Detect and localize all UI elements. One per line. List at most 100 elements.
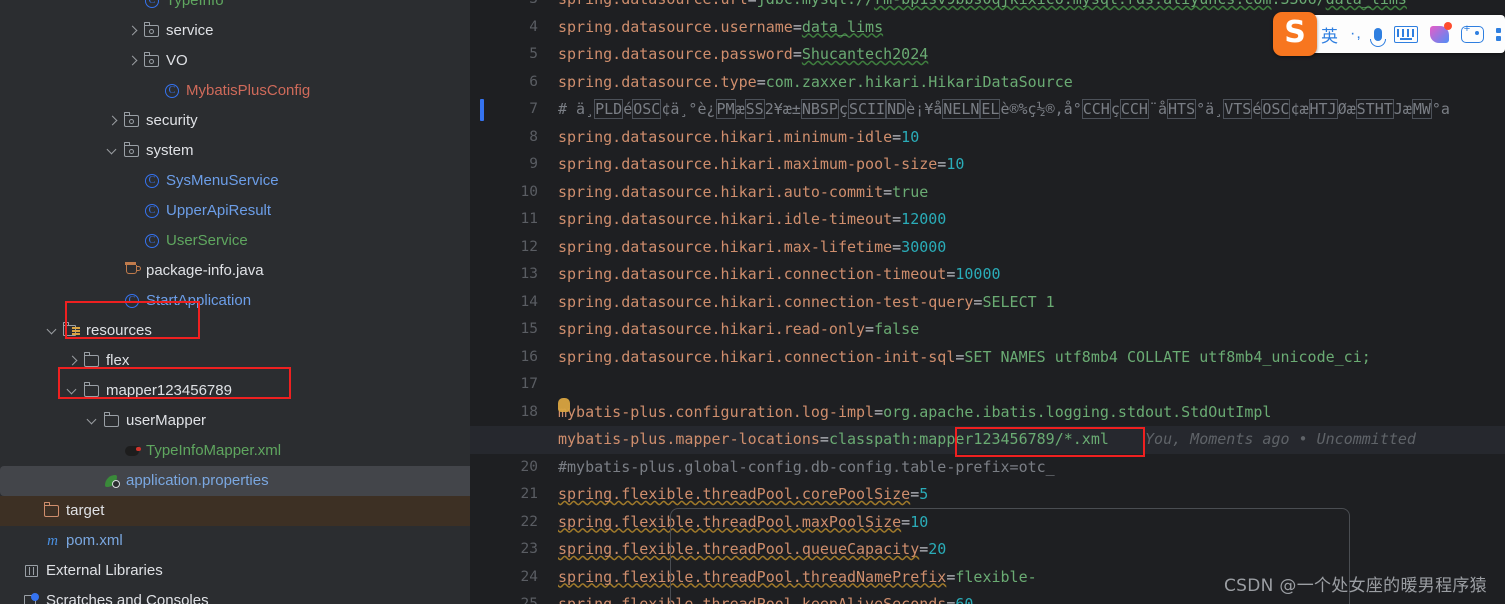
punctuation-toggle-icon[interactable]: ·, xyxy=(1350,20,1362,48)
ai-assistant-icon[interactable] xyxy=(1460,20,1484,48)
tree-item-service[interactable]: service xyxy=(0,16,470,46)
code-line[interactable]: spring.flexible.threadPool.threadNamePre… xyxy=(558,564,1037,592)
line-number[interactable]: 14 xyxy=(478,289,538,317)
chevron-down-icon[interactable] xyxy=(106,144,120,158)
code-line[interactable]: spring.datasource.hikari.connection-time… xyxy=(558,261,1001,289)
java-file-icon xyxy=(123,262,141,280)
code-line[interactable]: spring.datasource.hikari.maximum-pool-si… xyxy=(558,151,964,179)
intention-bulb-icon[interactable] xyxy=(558,398,570,412)
line-number[interactable]: 20 xyxy=(478,454,538,482)
voice-input-icon[interactable] xyxy=(1369,20,1386,48)
line-number[interactable]: 24 xyxy=(478,564,538,592)
code-line[interactable]: # ä¸PLDéOSC¢ä¸°è¿PMæSS2¥æ±NBSPçSCII NDè¡¥… xyxy=(558,96,1450,124)
code-line[interactable]: spring.datasource.hikari.connection-init… xyxy=(558,344,1371,372)
code-line[interactable]: spring.datasource.hikari.minimum-idle=10 xyxy=(558,124,919,152)
tree-item-mybatisplusconfig[interactable]: C MybatisPlusConfig xyxy=(0,76,470,106)
line-number[interactable]: 25 xyxy=(478,591,538,604)
line-number-gutter[interactable]: 345678910111213141516171819202122232425 xyxy=(470,0,548,604)
tree-item-startapplication[interactable]: C StartApplication xyxy=(0,286,470,316)
tree-item-usermapper[interactable]: userMapper xyxy=(0,406,470,436)
code-line[interactable]: spring.datasource.hikari.auto-commit=tru… xyxy=(558,179,928,207)
skin-icon[interactable] xyxy=(1429,20,1452,48)
tree-item-label: resources xyxy=(86,322,152,339)
code-line[interactable]: spring.flexible.threadPool.queueCapacity… xyxy=(558,536,946,564)
tree-item-scratches[interactable]: Scratches and Consoles xyxy=(0,586,470,604)
line-number[interactable]: 7 xyxy=(478,96,538,124)
chevron-down-icon[interactable] xyxy=(66,384,80,398)
tree-item-userservice[interactable]: C UserService xyxy=(0,226,470,256)
tree-item-mapper123456789[interactable]: mapper123456789 xyxy=(0,376,470,406)
tree-item-target[interactable]: target xyxy=(0,496,470,526)
sogou-logo-icon[interactable]: S xyxy=(1273,12,1317,56)
tree-item-pom[interactable]: m pom.xml xyxy=(0,526,470,556)
chevron-right-icon[interactable] xyxy=(66,354,80,368)
code-line[interactable]: #mybatis-plus.global-config.db-config.ta… xyxy=(558,454,1055,482)
line-number[interactable]: 12 xyxy=(478,234,538,262)
chevron-down-icon[interactable] xyxy=(46,324,60,338)
soft-keyboard-icon[interactable] xyxy=(1393,20,1418,48)
code-editor[interactable]: 345678910111213141516171819202122232425 … xyxy=(470,0,1505,604)
line-number[interactable]: 13 xyxy=(478,261,538,289)
tree-item-security[interactable]: security xyxy=(0,106,470,136)
tree-item-vo[interactable]: VO xyxy=(0,46,470,76)
code-line[interactable]: spring.datasource.password=Shucantech202… xyxy=(558,41,928,69)
more-menu-icon[interactable] xyxy=(1495,20,1501,48)
line-number[interactable]: 11 xyxy=(478,206,538,234)
tree-item-resources[interactable]: resources xyxy=(0,316,470,346)
code-line[interactable]: spring.flexible.threadPool.corePoolSize=… xyxy=(558,481,928,509)
tree-item-label: External Libraries xyxy=(46,562,163,579)
line-number[interactable]: 16 xyxy=(478,344,538,372)
code-line[interactable]: spring.datasource.hikari.read-only=false xyxy=(558,316,919,344)
tree-item-external-libraries[interactable]: External Libraries xyxy=(0,556,470,586)
code-line[interactable]: spring.datasource.type=com.zaxxer.hikari… xyxy=(558,69,1073,97)
code-line[interactable]: mybatis-plus.mapper-locations=classpath:… xyxy=(558,426,1416,454)
chevron-down-icon[interactable] xyxy=(86,414,100,428)
tree-item-typeinfo[interactable]: C TypeInfo xyxy=(0,0,470,16)
tree-item-application-properties[interactable]: application.properties xyxy=(0,466,470,496)
code-line[interactable]: mybatis-plus.configuration.log-impl=org.… xyxy=(558,399,1271,427)
tree-item-label: TypeInfoMapper.xml xyxy=(146,442,282,459)
line-number[interactable]: 10 xyxy=(478,179,538,207)
line-number[interactable]: 18 xyxy=(478,399,538,427)
line-number[interactable]: 15 xyxy=(478,316,538,344)
line-number[interactable]: 23 xyxy=(478,536,538,564)
code-line[interactable]: spring.datasource.hikari.max-lifetime=30… xyxy=(558,234,946,262)
code-line[interactable]: spring.flexible.threadPool.maxPoolSize=1… xyxy=(558,509,928,537)
code-line[interactable]: spring.flexible.threadPool.keepAliveSeco… xyxy=(558,591,973,604)
sidebar-scrollbar-track[interactable] xyxy=(458,0,468,604)
tree-item-typeinfomapper[interactable]: TypeInfoMapper.xml xyxy=(0,436,470,466)
line-number[interactable]: 5 xyxy=(478,41,538,69)
line-number[interactable]: 4 xyxy=(478,14,538,42)
tree-item-label: system xyxy=(146,142,194,159)
tree-item-label: flex xyxy=(106,352,130,369)
line-number[interactable]: 9 xyxy=(478,151,538,179)
tree-item-package-info[interactable]: package-info.java xyxy=(0,256,470,286)
line-number[interactable]: 8 xyxy=(478,124,538,152)
ime-toolbar[interactable]: S 英 ·, xyxy=(1273,12,1505,56)
tree-item-system[interactable]: system xyxy=(0,136,470,166)
tree-item-flex[interactable]: flex xyxy=(0,346,470,376)
code-line[interactable]: spring.datasource.hikari.connection-test… xyxy=(558,289,1055,317)
code-line[interactable]: spring.datasource.username=data_lims xyxy=(558,14,883,42)
tree-item-label: userMapper xyxy=(126,412,207,429)
line-number[interactable]: 17 xyxy=(478,371,538,399)
chevron-right-icon[interactable] xyxy=(126,24,140,38)
code-line[interactable]: spring.datasource.hikari.idle-timeout=12… xyxy=(558,206,946,234)
project-tree-panel[interactable]: C TypeInfo service VO C MybatisPlusConfig secu… xyxy=(0,0,470,604)
tree-item-upperapiresult[interactable]: C UpperApiResult xyxy=(0,196,470,226)
line-number[interactable]: 6 xyxy=(478,69,538,97)
spring-properties-icon xyxy=(103,472,121,490)
line-number[interactable]: 22 xyxy=(478,509,538,537)
line-number[interactable]: 21 xyxy=(478,481,538,509)
class-icon: C xyxy=(143,172,161,190)
chevron-right-icon[interactable] xyxy=(106,114,120,128)
ime-language-toggle[interactable]: 英 xyxy=(1321,20,1338,48)
tree-item-sysmenuservice[interactable]: C SysMenuService xyxy=(0,166,470,196)
chevron-right-icon[interactable] xyxy=(126,54,140,68)
line-number[interactable]: 3 xyxy=(478,0,538,14)
